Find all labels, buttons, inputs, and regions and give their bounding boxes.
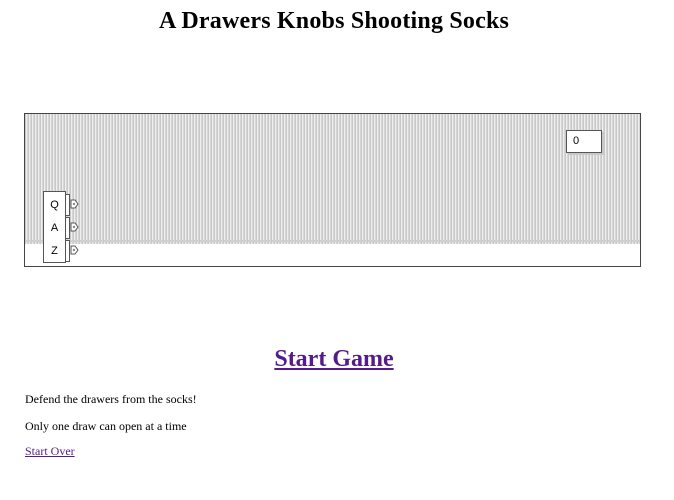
page-title: A Drawers Knobs Shooting Socks <box>158 8 510 34</box>
drawer-knob-icon[interactable] <box>70 245 79 255</box>
drawer-a[interactable]: A <box>44 217 65 239</box>
start-game-link[interactable]: Start Game <box>0 346 668 373</box>
score-display: 0 <box>566 130 602 153</box>
instruction-defend: Defend the drawers from the socks! <box>25 392 197 406</box>
drawer-knob-icon[interactable] <box>70 222 79 232</box>
start-over-link[interactable]: Start Over <box>25 444 75 459</box>
game-board[interactable]: 0 Q A Z <box>24 113 641 267</box>
drawer-knob-icon[interactable] <box>70 199 79 209</box>
drawer-cabinet: Q A Z <box>43 191 79 263</box>
sock-field-edge <box>25 240 640 246</box>
sock-field <box>25 114 640 244</box>
drawer-z[interactable]: Z <box>44 240 65 262</box>
instruction-one-drawer: Only one draw can open at a time <box>25 419 187 433</box>
drawer-q[interactable]: Q <box>44 194 65 216</box>
